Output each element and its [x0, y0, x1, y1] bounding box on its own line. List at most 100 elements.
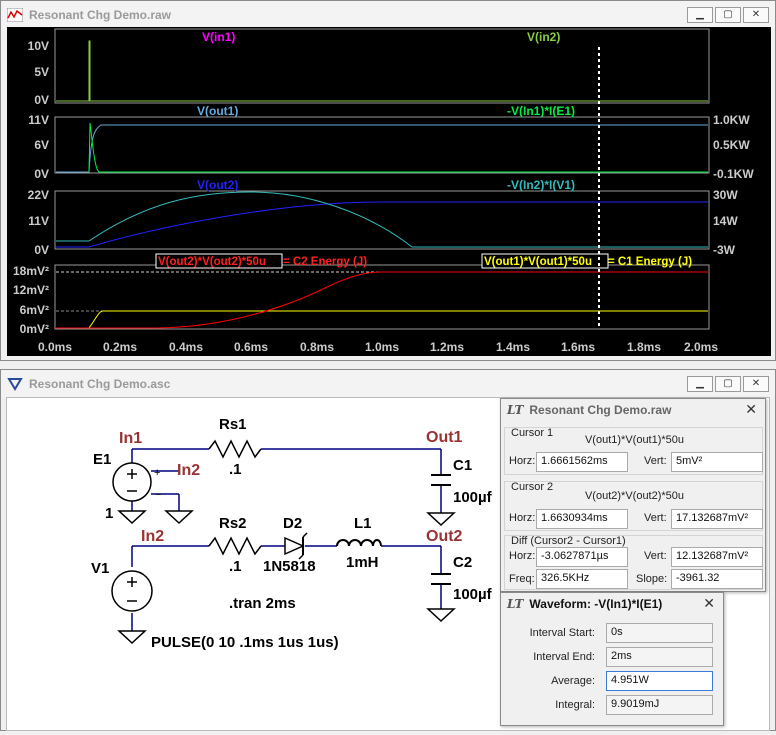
interval-start-label: Interval Start:: [529, 627, 595, 639]
close-button[interactable]: ✕: [743, 7, 769, 23]
pane4-ytick: 0mV²: [20, 322, 49, 336]
c2-value-label[interactable]: 100µf: [453, 586, 493, 603]
cursor2-horz-field[interactable]: 1.6630934ms: [536, 509, 628, 529]
tran-directive[interactable]: .tran 2ms: [229, 595, 296, 612]
schematic-window-titlebar[interactable]: Resonant Chg Demo.asc: [1, 370, 775, 398]
cursor1-horz-field[interactable]: 1.6661562ms: [536, 452, 628, 472]
plot-window: Resonant Chg Demo.raw ▁ ▢ ✕ V(in1) V(in2…: [0, 0, 776, 361]
rs2-value-label[interactable]: .1: [229, 558, 242, 575]
interval-start-field[interactable]: 0s: [606, 623, 713, 643]
v1-value-label[interactable]: PULSE(0 10 .1ms 1us 1us): [151, 634, 339, 651]
xtick: 0.0ms: [38, 340, 72, 354]
maximize-button[interactable]: ▢: [715, 376, 741, 392]
rs2-resistor-symbol[interactable]: [208, 536, 262, 556]
integral-field[interactable]: 9.9019mJ: [606, 695, 713, 715]
rs1-ref-label[interactable]: Rs1: [219, 416, 247, 433]
close-button[interactable]: ✕: [743, 376, 769, 392]
trace-c2-energy: [56, 271, 708, 329]
schematic-window-title: Resonant Chg Demo.asc: [29, 377, 171, 391]
trace-label-vin2[interactable]: V(in2): [527, 30, 560, 44]
xtick: 2.0ms: [684, 340, 718, 354]
interval-end-label: Interval End:: [533, 651, 595, 663]
d2-ref-label[interactable]: D2: [283, 515, 302, 532]
xtick: 1.0ms: [365, 340, 399, 354]
e1-ref-label[interactable]: E1: [93, 451, 111, 468]
waveform-dialog-titlebar[interactable]: LT Waveform: -V(In1)*I(E1): [501, 593, 723, 615]
maximize-button[interactable]: ▢: [715, 7, 741, 23]
c1-capacitor-symbol[interactable]: [431, 474, 451, 486]
c1-ref-label[interactable]: C1: [453, 457, 472, 474]
c2-capacitor-symbol[interactable]: [431, 573, 451, 585]
close-icon[interactable]: ✕: [745, 402, 757, 418]
vert-label: Vert:: [644, 512, 667, 524]
plot-window-titlebar[interactable]: Resonant Chg Demo.raw: [1, 1, 775, 29]
svg-text:+: +: [154, 467, 160, 479]
cursor2-vert-field[interactable]: 17.132687mV²: [671, 509, 763, 529]
l1-inductor-symbol[interactable]: [336, 539, 382, 547]
net-label-in2[interactable]: In2: [141, 528, 164, 545]
waveform-plot-area[interactable]: V(in1) V(in2) V(out1) -V(In1)*I(E1) V(ou…: [7, 27, 771, 356]
cursor1-expression: V(out1)*V(out1)*50u: [584, 434, 685, 446]
pane2-ytick: 6V: [34, 138, 49, 152]
e1-source-symbol[interactable]: + −: [112, 462, 161, 502]
d2-value-label[interactable]: 1N5818: [263, 558, 316, 575]
pane2-right-ytick: 1.0KW: [713, 113, 750, 127]
v1-ref-label[interactable]: V1: [91, 560, 109, 577]
integral-label: Integral:: [555, 699, 595, 711]
c1-value-label[interactable]: 100µf: [453, 489, 493, 506]
rs1-resistor-symbol[interactable]: [208, 439, 262, 459]
slope-label: Slope:: [636, 573, 668, 585]
trace-label-vout2[interactable]: V(out2): [197, 178, 238, 192]
c2-ref-label[interactable]: C2: [453, 554, 472, 571]
trace-label-c2-energy-name: = C2 Energy (J): [283, 256, 367, 268]
trace-label-power-e1[interactable]: -V(In1)*I(E1): [507, 104, 575, 118]
trace-label-vin1[interactable]: V(in1): [202, 30, 235, 44]
pane2-right-ytick: -0.1KW: [713, 167, 754, 181]
diff-group: Diff (Cursor2 - Cursor1) Horz: -3.062787…: [504, 535, 763, 590]
l1-value-label[interactable]: 1mH: [346, 554, 379, 571]
pane3-frame: [54, 190, 710, 250]
plot-window-title: Resonant Chg Demo.raw: [29, 8, 172, 22]
cursor-dialog-titlebar[interactable]: LT Resonant Chg Demo.raw: [501, 399, 765, 421]
net-label-out2[interactable]: Out2: [426, 528, 463, 545]
pane1-ytick: 5V: [34, 65, 49, 79]
interval-end-field[interactable]: 2ms: [606, 647, 713, 667]
trace-label-vout1[interactable]: V(out1): [197, 104, 238, 118]
average-field[interactable]: 4.951W: [606, 671, 713, 691]
net-label-out1[interactable]: Out1: [426, 429, 463, 446]
l1-ref-label[interactable]: L1: [354, 515, 372, 532]
pane3-ytick: 11V: [28, 214, 49, 228]
trace-power-v1: [56, 191, 708, 248]
diff-slope-field[interactable]: -3961.32: [671, 569, 763, 589]
diff-freq-field[interactable]: 326.5KHz: [536, 569, 628, 589]
pane3-right-ytick: 14W: [713, 214, 738, 228]
pane2-ytick: 11V: [28, 113, 49, 127]
minimize-button[interactable]: ▁: [687, 7, 713, 23]
e1-value-label[interactable]: 1: [105, 505, 113, 522]
cursor1-vert-field[interactable]: 5mV²: [671, 452, 763, 472]
rs2-ref-label[interactable]: Rs2: [219, 515, 247, 532]
pane2-ytick: 0V: [34, 167, 49, 181]
vert-label: Vert:: [644, 550, 667, 562]
net-label-in1[interactable]: In1: [119, 430, 142, 447]
diff-horz-field[interactable]: -3.0627871µs: [536, 547, 628, 567]
xtick: 0.6ms: [234, 340, 268, 354]
net-label-in2-e1[interactable]: In2: [177, 462, 200, 479]
trace-label-c1-energy-name: = C1 Energy (J): [608, 256, 692, 268]
trace-label-c2-energy-expr[interactable]: V(out2)*V(out2)*50u: [158, 256, 266, 268]
pane1-ytick: 10V: [28, 39, 49, 53]
pane3-ytick: 0V: [34, 243, 49, 257]
xtick: 1.2ms: [430, 340, 464, 354]
d2-diode-symbol[interactable]: [284, 532, 308, 560]
trace-label-power-v1[interactable]: -V(In2)*I(V1): [507, 178, 575, 192]
trace-vout2: [56, 201, 708, 248]
waveform-dialog: LT Waveform: -V(In1)*I(E1) ✕ Interval St…: [500, 592, 724, 726]
v1-source-symbol[interactable]: [111, 570, 153, 612]
close-icon[interactable]: ✕: [703, 596, 715, 612]
minimize-button[interactable]: ▁: [687, 376, 713, 392]
xtick: 1.8ms: [627, 340, 661, 354]
rs1-value-label[interactable]: .1: [229, 461, 242, 478]
trace-label-c1-energy-expr[interactable]: V(out1)*V(out1)*50u: [484, 256, 592, 268]
diff-vert-field[interactable]: 12.132687mV²: [671, 547, 763, 567]
ltspice-logo-icon: LT: [507, 403, 524, 417]
